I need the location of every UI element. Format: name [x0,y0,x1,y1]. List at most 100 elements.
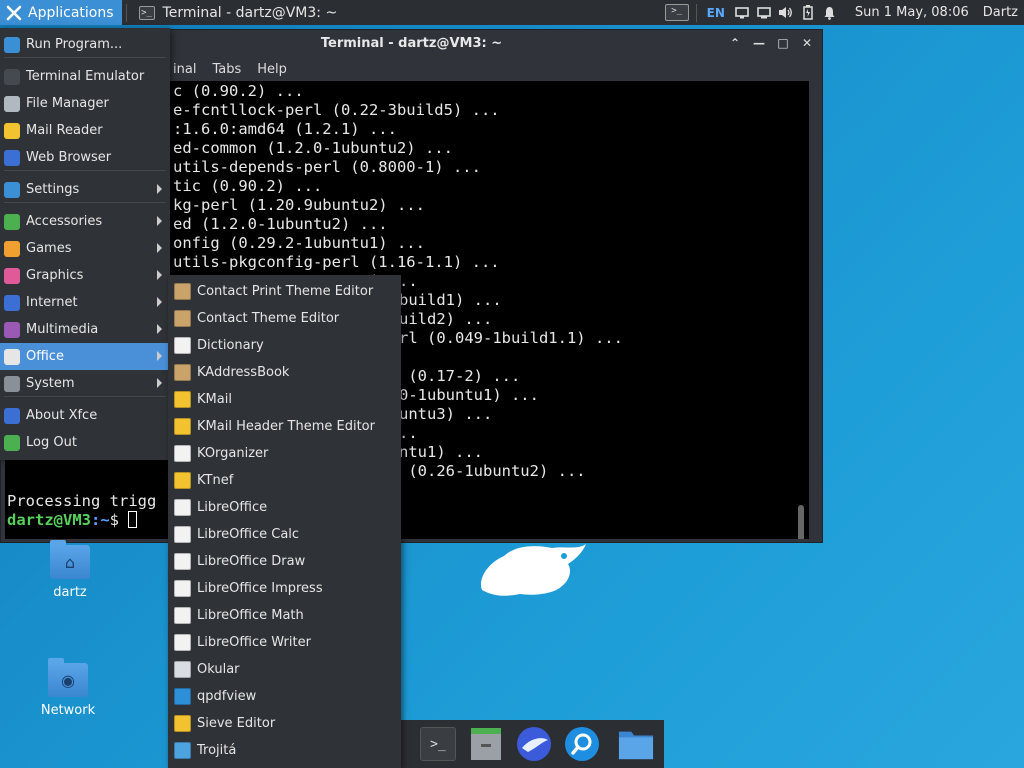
office-item-contact-print-theme-editor[interactable]: Contact Print Theme Editor [168,278,401,305]
clock[interactable]: Sun 1 May, 08:06 [841,5,979,20]
xfce-mouse-wallpaper-icon [480,544,586,596]
office-item-label: LibreOffice Writer [197,635,311,650]
office-submenu: Contact Print Theme Editor Contact Theme … [168,275,401,768]
office-item-label: Trojitá [197,743,237,758]
ktnef-icon [174,472,191,489]
app-menu-item-log-out[interactable]: Log Out [0,429,170,456]
office-item-label: LibreOffice Impress [197,581,323,596]
office-item-dictionary[interactable]: Dictionary [168,332,401,359]
menu-tabs[interactable]: Tabs [212,62,241,77]
top-panel: Applications >_ Terminal - dartz@VM3: ~ … [0,0,1024,25]
notifications-bell-icon[interactable] [819,0,841,25]
screen-icon[interactable] [753,0,775,25]
dock-file-manager-icon[interactable] [468,726,504,762]
trojita-icon [174,742,191,759]
app-menu-item-label: Settings [26,182,80,197]
app-menu-item-system[interactable]: System [0,370,170,397]
app-menu-item-run-program[interactable]: Run Program... [0,31,170,58]
terminal-icon: >_ [138,5,155,20]
dock-folder-icon[interactable] [618,726,654,762]
keyboard-layout-indicator[interactable]: EN [701,6,731,20]
app-menu-item-web-browser[interactable]: Web Browser [0,144,170,171]
logout-icon [4,434,20,451]
mail-icon [4,122,20,139]
app-menu-item-label: Run Program... [26,37,123,52]
app-menu-item-about-xfce[interactable]: About Xfce [0,402,170,429]
app-menu-item-office[interactable]: Office [0,343,170,370]
app-menu-item-multimedia[interactable]: Multimedia [0,316,170,343]
chevron-up-icon[interactable]: ⌃ [726,34,744,52]
office-item-trojit[interactable]: Trojitá [168,737,401,764]
terminal-launcher-icon[interactable]: >_ [662,0,692,25]
app-menu-item-mail-reader[interactable]: Mail Reader [0,117,170,144]
app-menu-item-settings[interactable]: Settings [0,176,170,203]
app-menu-item-internet[interactable]: Internet [0,289,170,316]
office-item-contact-theme-editor[interactable]: Contact Theme Editor [168,305,401,332]
network-folder-icon: ◉ [48,658,88,697]
app-menu-item-games[interactable]: Games [0,235,170,262]
terminal-scrollbar[interactable] [798,505,804,539]
app-menu-item-label: Web Browser [26,150,112,165]
office-item-libreoffice-math[interactable]: LibreOffice Math [168,602,401,629]
office-item-korganizer[interactable]: KOrganizer [168,440,401,467]
minimize-button[interactable]: — [750,34,768,52]
multimedia-icon [4,321,20,338]
app-menu-item-file-manager[interactable]: File Manager [0,90,170,117]
taskbar-terminal-button[interactable]: >_ Terminal - dartz@VM3: ~ [131,0,346,25]
addressbook-icon [174,364,191,381]
close-button[interactable]: ✕ [798,34,816,52]
office-item-libreoffice[interactable]: LibreOffice [168,494,401,521]
tray-separator [695,3,697,22]
office-item-okular[interactable]: Okular [168,656,401,683]
office-item-libreoffice-writer[interactable]: LibreOffice Writer [168,629,401,656]
terminal-output-line: :1.6.0:amd64 (1.2.1) ... [173,120,397,138]
internet-icon [4,294,20,311]
app-menu-item-terminal-emulator[interactable]: Terminal Emulator [0,63,170,90]
desktop-icon-network[interactable]: ◉ Network [28,658,108,718]
office-item-sieve-editor[interactable]: Sieve Editor [168,710,401,737]
dock-terminal-icon[interactable]: >_ [420,726,456,762]
menu-terminal[interactable]: inal [173,62,196,77]
terminal-output-line: utils-depends-perl (0.8000-1) ... [173,158,481,176]
dock-web-browser-icon[interactable] [516,726,552,762]
app-menu-item-accessories[interactable]: Accessories [0,208,170,235]
display-icon[interactable] [731,0,753,25]
terminal-output-line: ed-common (1.2.0-1ubuntu2) ... [173,139,453,157]
contacts-icon [174,310,191,327]
applications-menu-button[interactable]: Applications [0,0,122,25]
office-item-ktnef[interactable]: KTnef [168,467,401,494]
kmail-icon [174,391,191,408]
dock-search-icon[interactable] [564,726,600,762]
user-menu[interactable]: Dartz [979,5,1024,20]
office-item-label: LibreOffice Draw [197,554,306,569]
chevron-right-icon [157,378,162,388]
terminal-output-line: tic (0.90.2) ... [173,177,323,195]
prompt-user: dartz@VM3 [7,511,91,529]
prompt-path: :~ [91,511,110,529]
terminal-output-line: utils-pkgconfig-perl (1.16-1.1) ... [173,253,500,271]
office-item-qpdfview[interactable]: qpdfview [168,683,401,710]
terminal-output-line: kg-perl (1.20.9ubuntu2) ... [173,196,425,214]
office-item-libreoffice-draw[interactable]: LibreOffice Draw [168,548,401,575]
office-item-kaddressbook[interactable]: KAddressBook [168,359,401,386]
maximize-button[interactable]: □ [774,34,792,52]
office-item-kmail[interactable]: KMail [168,386,401,413]
office-item-label: LibreOffice Math [197,608,304,623]
desktop-icon-home[interactable]: ⌂ dartz [30,540,110,600]
office-item-label: LibreOffice [197,500,268,515]
office-item-libreoffice-calc[interactable]: LibreOffice Calc [168,521,401,548]
terminal-output-line: e-fcntllock-perl (0.22-3build5) ... [173,101,500,119]
sieve-icon [174,715,191,732]
terminal-icon [4,68,20,85]
office-item-kmail-header-theme-editor[interactable]: KMail Header Theme Editor [168,413,401,440]
chevron-right-icon [157,243,162,253]
battery-icon[interactable] [797,0,819,25]
office-item-label: KMail Header Theme Editor [197,419,375,434]
app-menu-item-graphics[interactable]: Graphics [0,262,170,289]
graphics-icon [4,267,20,284]
volume-icon[interactable] [775,0,797,25]
office-item-libreoffice-impress[interactable]: LibreOffice Impress [168,575,401,602]
office-item-label: LibreOffice Calc [197,527,300,542]
math-icon [174,607,191,624]
menu-help[interactable]: Help [257,62,287,77]
